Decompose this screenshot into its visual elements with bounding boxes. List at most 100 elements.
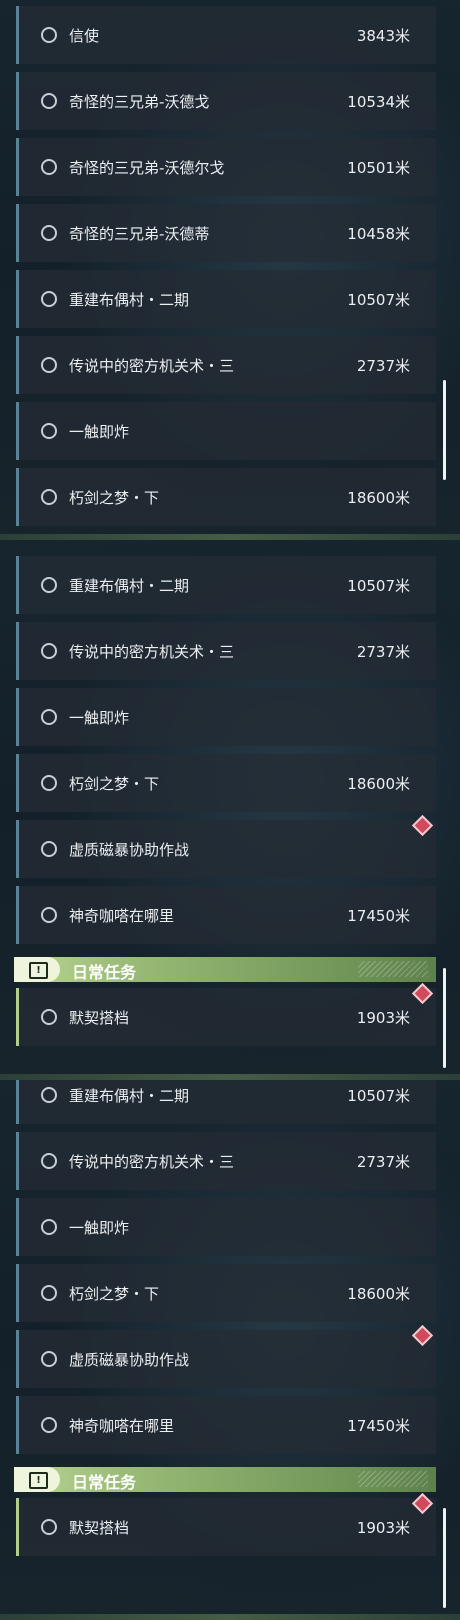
quest-item[interactable]: 朽剑之梦・下 18600米 bbox=[16, 468, 436, 526]
circle-icon bbox=[41, 489, 57, 505]
quest-item[interactable]: 虚质磁暴协助作战 bbox=[16, 814, 436, 878]
circle-icon bbox=[41, 1519, 57, 1535]
quest-item[interactable]: 传说中的密方机关术・三 2737米 bbox=[16, 336, 436, 394]
circle-icon bbox=[41, 225, 57, 241]
quest-distance: 18600米 bbox=[347, 489, 410, 507]
stripe-decoration bbox=[358, 961, 428, 977]
quest-item[interactable]: 朽剑之梦・下 18600米 bbox=[16, 754, 436, 812]
daily-section-header[interactable]: ! 日常任务 bbox=[14, 957, 436, 982]
circle-icon bbox=[41, 841, 57, 857]
quest-name: 默契搭档 bbox=[69, 1519, 130, 1537]
circle-icon bbox=[41, 423, 57, 439]
quest-name: 重建布偶村・二期 bbox=[69, 577, 190, 595]
quest-item[interactable]: 传说中的密方机关术・三 2737米 bbox=[16, 1132, 436, 1190]
circle-icon bbox=[41, 643, 57, 659]
quest-distance: 2737米 bbox=[356, 643, 410, 661]
quest-item[interactable]: 朽剑之梦・下 18600米 bbox=[16, 1264, 436, 1322]
quest-name: 传说中的密方机关术・三 bbox=[69, 643, 235, 661]
quest-list-panel-3: 重建布偶村・二期 10507米 传说中的密方机关术・三 2737米 一触即炸 朽… bbox=[0, 1080, 460, 1620]
quest-name: 朽剑之梦・下 bbox=[69, 489, 160, 507]
quest-distance: 1903米 bbox=[356, 1519, 410, 1537]
quest-name: 传说中的密方机关术・三 bbox=[69, 1153, 235, 1171]
quest-item[interactable]: 一触即炸 bbox=[16, 402, 436, 460]
quest-item[interactable]: 重建布偶村・二期 10507米 bbox=[16, 1080, 436, 1124]
circle-icon bbox=[41, 1153, 57, 1169]
section-title: 日常任务 bbox=[72, 963, 137, 982]
scrollbar-thumb[interactable] bbox=[443, 1508, 446, 1608]
quest-name: 传说中的密方机关术・三 bbox=[69, 357, 235, 375]
quest-distance: 18600米 bbox=[347, 1285, 410, 1303]
diamond-marker-icon bbox=[411, 814, 434, 837]
circle-icon bbox=[41, 291, 57, 307]
circle-icon bbox=[41, 27, 57, 43]
circle-icon bbox=[41, 1351, 57, 1367]
quest-item[interactable]: 奇怪的三兄弟-沃德尔戈 10501米 bbox=[16, 138, 436, 196]
quest-name: 一触即炸 bbox=[69, 1219, 130, 1237]
quest-name: 奇怪的三兄弟-沃德尔戈 bbox=[69, 159, 225, 177]
quest-name: 一触即炸 bbox=[69, 423, 130, 441]
quest-item[interactable]: 奇怪的三兄弟-沃德蒂 10458米 bbox=[16, 204, 436, 262]
quest-distance: 10458米 bbox=[347, 225, 410, 243]
quest-name: 一触即炸 bbox=[69, 709, 130, 727]
quest-name: 信使 bbox=[69, 27, 100, 45]
quest-list-panel-2: 重建布偶村・二期 10507米 传说中的密方机关术・三 2737米 一触即炸 朽… bbox=[0, 540, 460, 1080]
circle-icon bbox=[41, 577, 57, 593]
quest-name: 神奇咖嗒在哪里 bbox=[69, 907, 175, 925]
quest-distance: 10501米 bbox=[347, 159, 410, 177]
quest-distance: 10507米 bbox=[347, 1087, 410, 1105]
circle-icon bbox=[41, 1219, 57, 1235]
circle-icon bbox=[41, 907, 57, 923]
quest-distance: 2737米 bbox=[356, 1153, 410, 1171]
quest-item[interactable]: 一触即炸 bbox=[16, 1198, 436, 1256]
quest-name: 奇怪的三兄弟-沃德戈 bbox=[69, 93, 210, 111]
circle-icon bbox=[41, 357, 57, 373]
quest-item[interactable]: 神奇咖嗒在哪里 17450米 bbox=[16, 886, 436, 944]
diamond-marker-icon bbox=[411, 982, 434, 1005]
diamond-marker-icon bbox=[411, 1492, 434, 1515]
quest-distance: 18600米 bbox=[347, 775, 410, 793]
circle-icon bbox=[41, 1417, 57, 1433]
stripe-decoration bbox=[358, 1471, 428, 1487]
quest-item[interactable]: 信使 3843米 bbox=[16, 6, 436, 64]
scrollbar-thumb[interactable] bbox=[443, 380, 446, 480]
quest-item[interactable]: 传说中的密方机关术・三 2737米 bbox=[16, 622, 436, 680]
quest-name: 朽剑之梦・下 bbox=[69, 1285, 160, 1303]
exclamation-icon: ! bbox=[29, 1472, 48, 1489]
header-cap: ! bbox=[14, 1467, 60, 1492]
quest-distance: 1903米 bbox=[356, 1009, 410, 1027]
quest-item[interactable]: 重建布偶村・二期 10507米 bbox=[16, 556, 436, 614]
circle-icon bbox=[41, 1087, 57, 1103]
quest-name: 虚质磁暴协助作战 bbox=[69, 841, 190, 859]
circle-icon bbox=[41, 93, 57, 109]
quest-item[interactable]: 奇怪的三兄弟-沃德戈 10534米 bbox=[16, 72, 436, 130]
quest-distance: 17450米 bbox=[347, 907, 410, 925]
quest-item[interactable]: 一触即炸 bbox=[16, 688, 436, 746]
circle-icon bbox=[41, 159, 57, 175]
quest-name: 虚质磁暴协助作战 bbox=[69, 1351, 190, 1369]
diamond-marker-icon bbox=[411, 1324, 434, 1347]
quest-list-panel-1: 信使 3843米 奇怪的三兄弟-沃德戈 10534米 奇怪的三兄弟-沃德尔戈 1… bbox=[0, 0, 460, 540]
quest-distance: 3843米 bbox=[356, 27, 410, 45]
circle-icon bbox=[41, 1009, 57, 1025]
circle-icon bbox=[41, 1285, 57, 1301]
quest-name: 重建布偶村・二期 bbox=[69, 1087, 190, 1105]
quest-distance: 2737米 bbox=[356, 357, 410, 375]
daily-quest-item[interactable]: 默契搭档 1903米 bbox=[16, 982, 436, 1046]
quest-name: 默契搭档 bbox=[69, 1009, 130, 1027]
quest-distance: 10507米 bbox=[347, 577, 410, 595]
quest-distance: 17450米 bbox=[347, 1417, 410, 1435]
quest-name: 重建布偶村・二期 bbox=[69, 291, 190, 309]
header-cap: ! bbox=[14, 957, 60, 982]
daily-section-header[interactable]: ! 日常任务 bbox=[14, 1467, 436, 1492]
quest-item[interactable]: 重建布偶村・二期 10507米 bbox=[16, 270, 436, 328]
exclamation-icon: ! bbox=[29, 962, 48, 979]
quest-item[interactable]: 神奇咖嗒在哪里 17450米 bbox=[16, 1396, 436, 1454]
scrollbar-thumb[interactable] bbox=[443, 968, 446, 1068]
quest-item[interactable]: 虚质磁暴协助作战 bbox=[16, 1324, 436, 1388]
daily-quest-item[interactable]: 默契搭档 1903米 bbox=[16, 1492, 436, 1556]
quest-distance: 10534米 bbox=[347, 93, 410, 111]
circle-icon bbox=[41, 709, 57, 725]
section-title: 日常任务 bbox=[72, 1473, 137, 1492]
circle-icon bbox=[41, 775, 57, 791]
quest-distance: 10507米 bbox=[347, 291, 410, 309]
